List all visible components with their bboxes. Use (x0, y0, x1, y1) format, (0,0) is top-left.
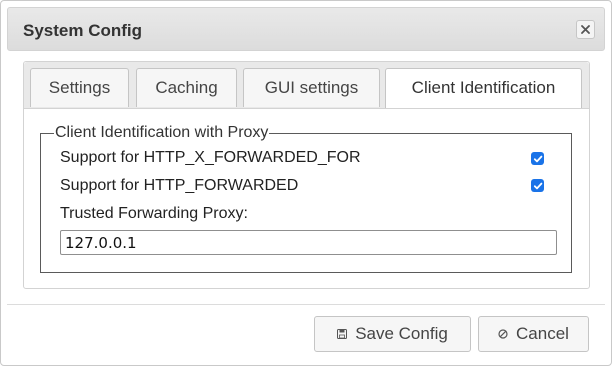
tab-client-identification[interactable]: Client Identification (385, 68, 582, 108)
checkmark-icon (533, 155, 542, 162)
save-config-label: Save Config (355, 324, 448, 343)
dialog-title: System Config (23, 21, 143, 40)
footer-divider (7, 304, 605, 305)
save-config-button[interactable]: Save Config (314, 316, 471, 352)
close-icon (581, 25, 590, 34)
dialog-titlebar[interactable]: System Config (7, 7, 605, 51)
tab-caching[interactable]: Caching (136, 68, 237, 107)
cancel-button[interactable]: Cancel (478, 316, 589, 352)
x-forwarded-for-checkbox[interactable] (531, 152, 544, 165)
cancel-label: Cancel (516, 324, 569, 343)
trusted-proxy-label: Trusted Forwarding Proxy: (60, 205, 248, 222)
tab-bar: Settings Caching GUI settings Client Ide… (24, 62, 589, 109)
system-config-dialog: System Config Settings Caching GUI setti… (0, 0, 612, 366)
trusted-proxy-input[interactable] (60, 230, 557, 255)
forwarded-checkbox[interactable] (531, 179, 544, 192)
tab-gui-settings[interactable]: GUI settings (243, 68, 380, 107)
fieldset-legend: Client Identification with Proxy (55, 124, 269, 141)
forwarded-label: Support for HTTP_FORWARDED (60, 177, 299, 194)
checkmark-icon (533, 182, 542, 189)
cancel-icon (498, 329, 508, 339)
close-button[interactable] (576, 20, 595, 39)
disk-icon (337, 329, 348, 339)
tab-settings[interactable]: Settings (30, 68, 129, 107)
x-forwarded-for-label: Support for HTTP_X_FORWARDED_FOR (60, 149, 361, 166)
tabs-panel: Settings Caching GUI settings Client Ide… (23, 61, 590, 289)
